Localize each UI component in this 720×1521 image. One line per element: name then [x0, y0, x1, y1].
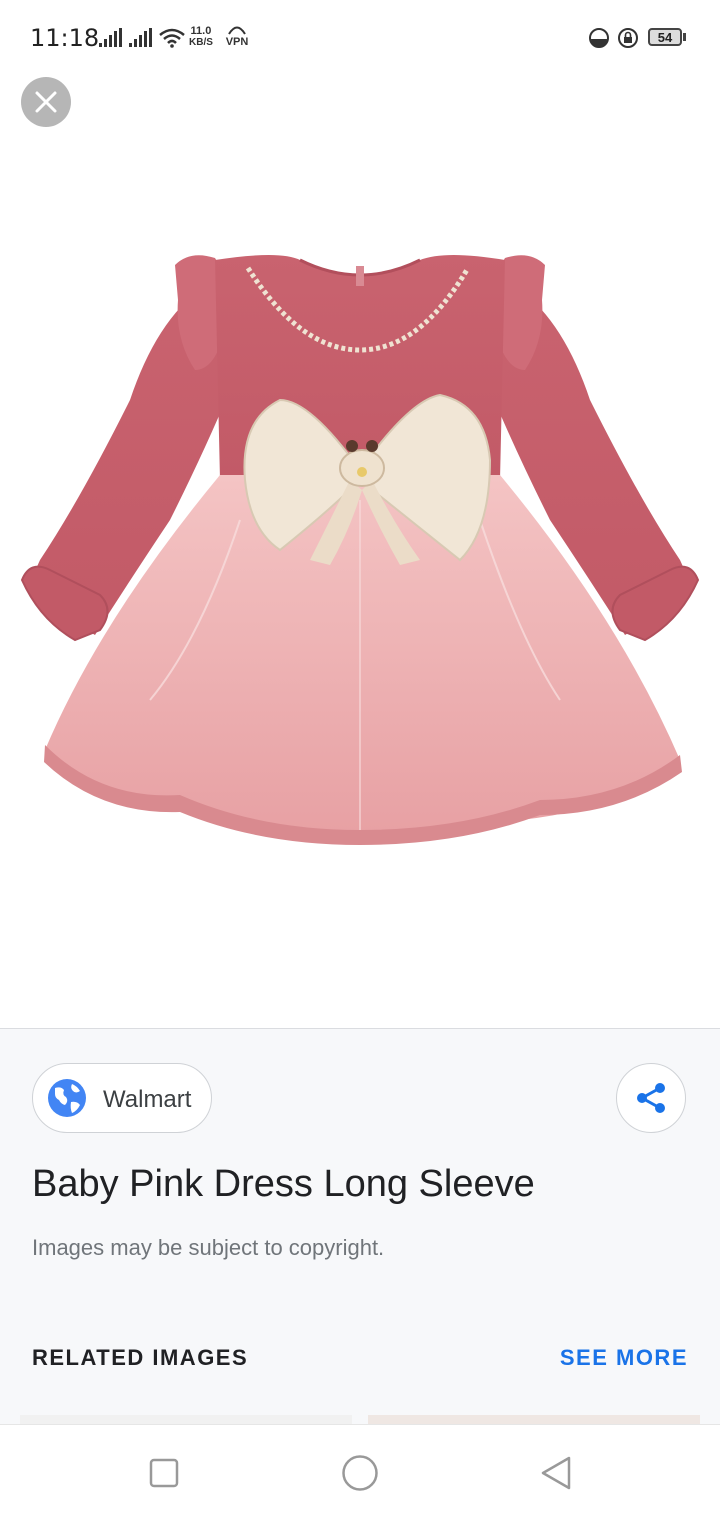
network-speed-unit: KB/S [189, 37, 213, 48]
circle-icon[interactable] [341, 1454, 379, 1492]
share-button[interactable] [616, 1063, 686, 1133]
rotation-lock-icon [618, 28, 638, 48]
image-title[interactable]: Baby Pink Dress Long Sleeve [32, 1163, 535, 1206]
data-saver-icon [589, 28, 609, 48]
image-viewer[interactable] [0, 140, 720, 1028]
globe-icon [48, 1079, 86, 1117]
vpn-icon [228, 26, 246, 35]
system-nav-bar [0, 1424, 720, 1521]
vpn-indicator: VPN [224, 25, 250, 48]
signal-icon [99, 28, 122, 47]
see-more-link[interactable]: SEE MORE [560, 1345, 688, 1371]
signal-icon [129, 28, 152, 47]
close-icon [35, 91, 57, 113]
wifi-icon [159, 28, 185, 48]
triangle-back-icon[interactable] [539, 1455, 573, 1491]
dress-image [20, 255, 700, 845]
close-button[interactable] [21, 77, 71, 127]
copyright-note: Images may be subject to copyright. [32, 1235, 385, 1260]
share-icon [637, 1083, 665, 1113]
network-speed: 11.0 KB/S [189, 25, 213, 49]
image-info-panel: Walmart Baby Pink Dress Long Sleeve Imag… [0, 1028, 720, 1425]
square-icon[interactable] [149, 1458, 179, 1488]
battery-tip [683, 33, 686, 41]
status-time: 11:18 [30, 24, 100, 52]
related-images-heading: RELATED IMAGES [32, 1345, 249, 1370]
source-chip-walmart[interactable]: Walmart [32, 1063, 212, 1133]
status-bar: 11:18 11.0 KB/S VPN 54 [0, 0, 720, 76]
vpn-label: VPN [225, 36, 249, 48]
battery-indicator: 54 [648, 28, 682, 46]
network-speed-value: 11.0 [190, 25, 212, 37]
source-label: Walmart [103, 1086, 192, 1113]
